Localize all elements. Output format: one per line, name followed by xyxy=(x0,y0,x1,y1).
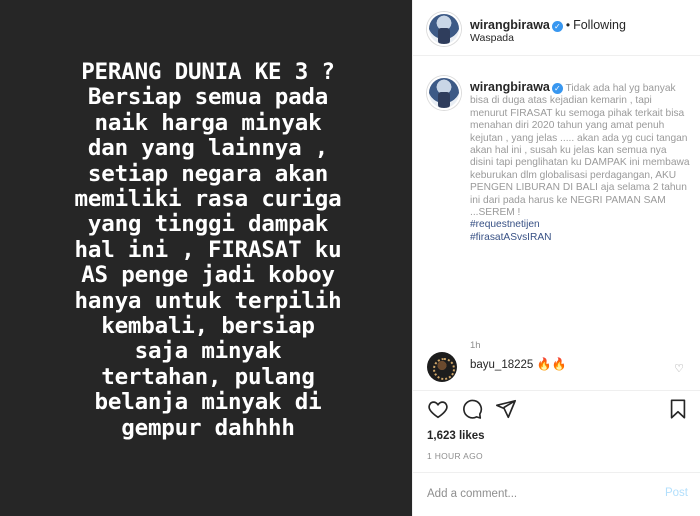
post-location[interactable]: Waspada xyxy=(470,32,514,44)
post-caption: wirangbirawa ✓ Tidak ada hal yg banyak bi… xyxy=(470,81,690,244)
image-text-line: memiliki rasa curiga xyxy=(74,186,342,213)
image-text-line: dan yang lainnya , xyxy=(87,135,329,162)
post-header: wirangbirawa ✓ • Following Waspada xyxy=(413,0,700,56)
post-image[interactable]: PERANG DUNIA KE 3 ? Bersiap semua pada nai… xyxy=(0,0,412,516)
separator-dot: • xyxy=(565,18,571,32)
image-text-line: saja minyak xyxy=(134,338,282,365)
verified-icon: ✓ xyxy=(551,21,563,32)
image-text-line: PERANG DUNIA KE 3 ? xyxy=(81,59,335,85)
comment-icon[interactable] xyxy=(461,398,483,420)
heart-icon[interactable] xyxy=(427,398,449,420)
hashtag-link[interactable]: #firasatASvsIRAN xyxy=(470,232,690,244)
image-text-line: naik harga minyak xyxy=(94,109,322,136)
verified-icon: ✓ xyxy=(551,83,563,94)
image-text-line: gempur dahhhh xyxy=(121,414,295,441)
caption-avatar[interactable] xyxy=(427,76,461,110)
image-text-line: setiap negara akan xyxy=(87,160,329,187)
comment-text: 🔥🔥 xyxy=(536,357,567,371)
image-text-line: hanya untuk terpilih xyxy=(74,287,342,314)
post-comment-button[interactable]: Post xyxy=(665,487,688,499)
follow-status-button[interactable]: Following xyxy=(573,18,626,32)
action-bar xyxy=(427,398,687,422)
image-text-line: tertahan, pulang xyxy=(101,363,315,390)
caption-text: Tidak ada hal yg banyak bisa di duga ata… xyxy=(470,83,690,219)
image-text-line: hal ini , FIRASAT ku xyxy=(74,236,342,263)
image-text-line: yang tinggi dampak xyxy=(87,211,329,238)
caption-username[interactable]: wirangbirawa xyxy=(470,80,550,94)
commenter-avatar[interactable] xyxy=(427,352,457,382)
image-text-line: belanja minyak di xyxy=(94,389,322,416)
post-timestamp[interactable]: 1 HOUR AGO xyxy=(427,451,483,461)
author-avatar[interactable] xyxy=(427,12,461,46)
comment-username[interactable]: bayu_18225 xyxy=(470,359,533,371)
share-icon[interactable] xyxy=(495,398,517,420)
image-text-line: kembali, bersiap xyxy=(101,313,315,340)
post-image-text: PERANG DUNIA KE 3 ? Bersiap semua pada nai… xyxy=(18,59,398,441)
divider xyxy=(413,472,700,473)
comment-item: bayu_18225 🔥🔥 xyxy=(470,357,566,371)
caption-age: 1h xyxy=(470,340,481,351)
likes-count[interactable]: 1,623 likes xyxy=(427,430,485,442)
comment-like-icon[interactable]: ♡ xyxy=(674,362,684,375)
image-text-line: Bersiap semua pada xyxy=(87,84,329,111)
hashtag-link[interactable]: #requestnetijen xyxy=(470,219,690,231)
divider xyxy=(413,390,700,391)
author-username[interactable]: wirangbirawa xyxy=(470,18,550,32)
add-comment-input[interactable] xyxy=(427,478,637,510)
image-text-line: AS penge jadi koboy xyxy=(81,262,335,289)
bookmark-icon[interactable] xyxy=(667,398,689,420)
post-side-panel: wirangbirawa ✓ • Following Waspada wirangbi… xyxy=(412,0,700,516)
